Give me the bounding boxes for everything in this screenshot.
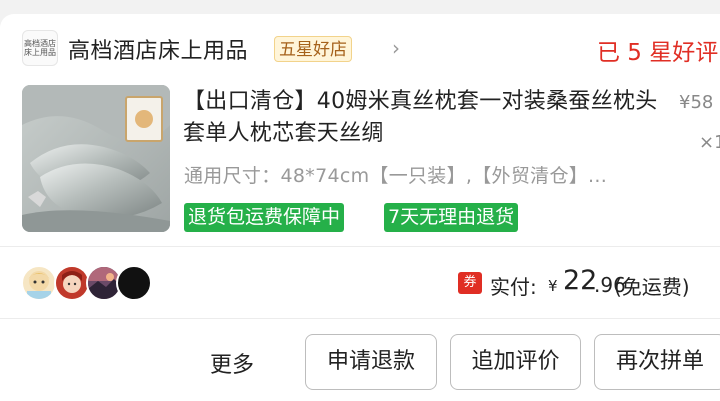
five-star-shop-badge: 五星好店 xyxy=(274,36,352,62)
coupon-icon: 券 xyxy=(458,272,482,294)
shop-name[interactable]: 高档酒店床上用品 xyxy=(68,33,248,65)
avatar-cartoon-redhead[interactable] xyxy=(54,265,90,301)
pillowcase-image xyxy=(22,85,170,232)
currency-symbol: ¥ xyxy=(548,277,558,295)
shop-logo[interactable]: 高档酒店床上用品 xyxy=(22,30,58,66)
rebuy-button[interactable]: 再次拼单 xyxy=(594,334,720,390)
product-spec: 通用尺寸：48*74cm【一只装】,【外贸清仓】... xyxy=(184,165,608,187)
add-review-button[interactable]: 追加评价 xyxy=(450,334,581,390)
divider xyxy=(0,318,720,319)
order-status: 已 5 星好评 xyxy=(597,40,719,66)
request-refund-button[interactable]: 申请退款 xyxy=(305,334,437,390)
chevron-right-icon[interactable]: › xyxy=(392,36,400,60)
tag-7-day-return: 7天无理由退货 xyxy=(384,203,519,232)
divider xyxy=(0,246,720,247)
paid-label: 实付: xyxy=(490,275,537,299)
product-price: ¥58 xyxy=(679,92,714,113)
product-title[interactable]: 【出口清仓】40姆米真丝枕套一对装桑蚕丝枕头套单人枕芯套天丝绸 xyxy=(183,86,663,150)
avatar-cartoon-blonde[interactable] xyxy=(21,265,57,301)
product-thumbnail[interactable] xyxy=(22,85,170,232)
product-quantity: ×1 xyxy=(699,132,720,153)
free-shipping-note: (免运费) xyxy=(614,275,690,299)
more-button[interactable]: 更多 xyxy=(210,347,254,379)
tag-return-shipping-insurance: 退货包运费保障中 xyxy=(184,203,345,232)
paid-amount-integer: 22 xyxy=(563,265,598,296)
badge-label: 五星好店 xyxy=(279,40,347,60)
avatar-black[interactable] xyxy=(116,265,152,301)
